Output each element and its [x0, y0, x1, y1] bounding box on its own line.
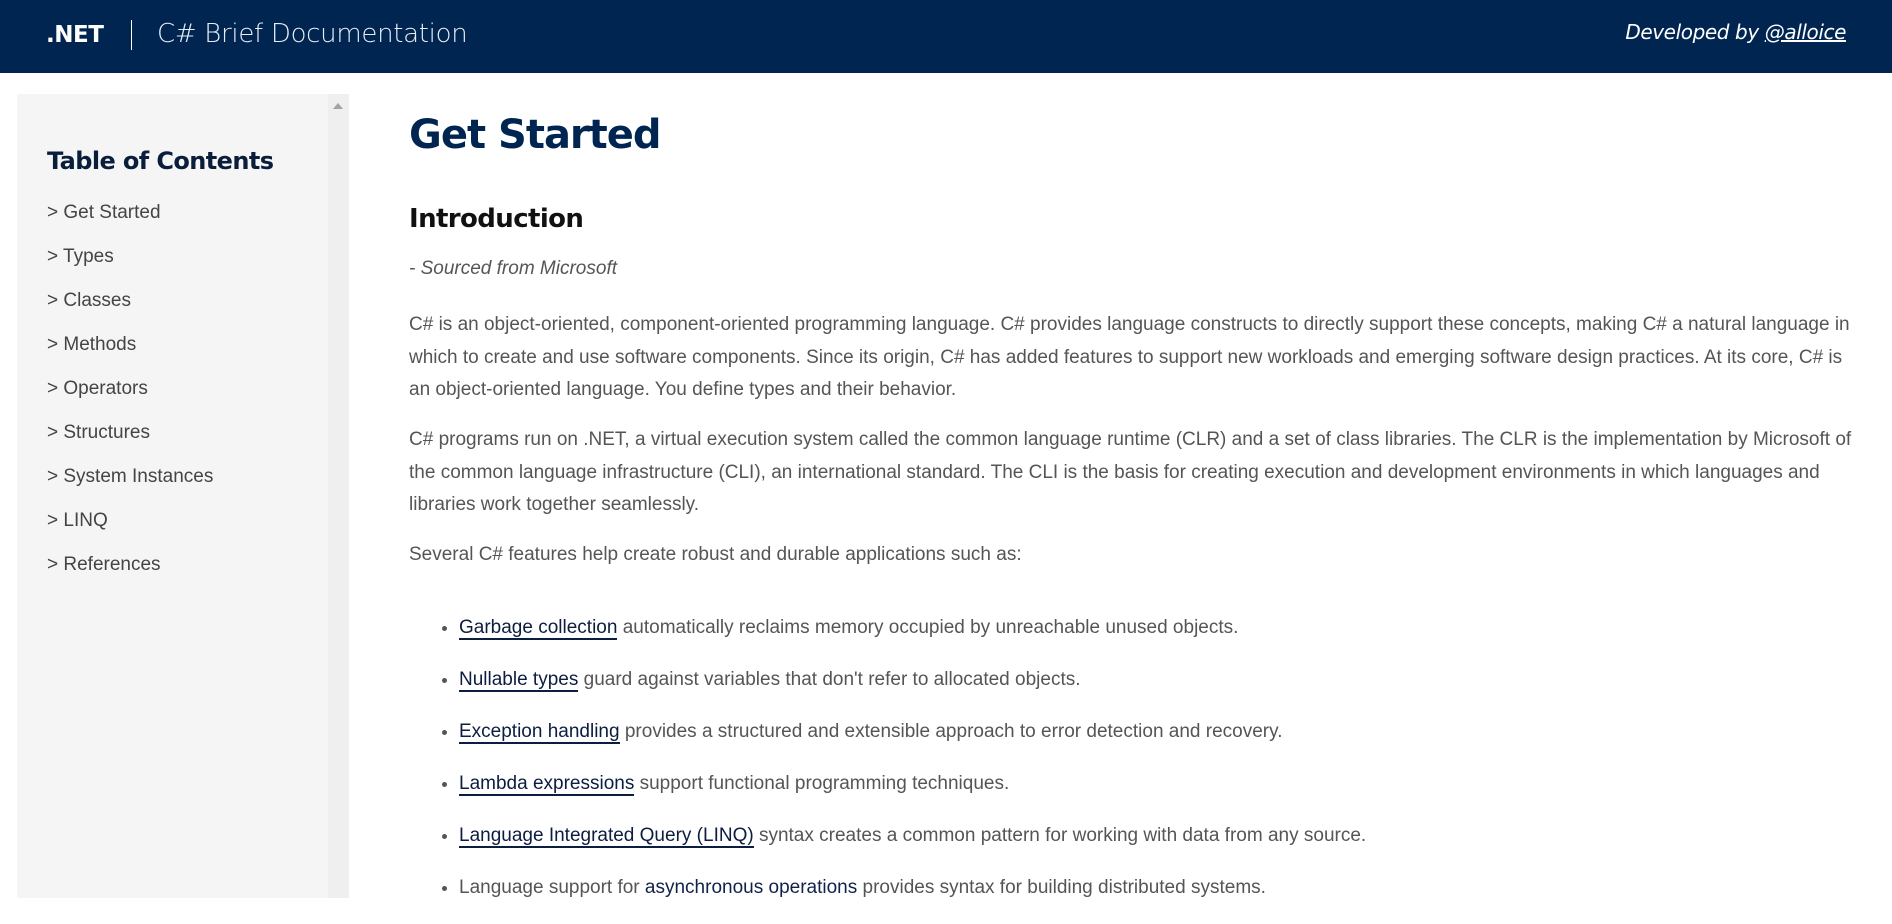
list-item: Nullable types guard against variables t…	[459, 664, 1366, 716]
toc-item-system-instances[interactable]: > System Instances	[47, 466, 213, 510]
list-item: Garbage collection automatically reclaim…	[459, 612, 1366, 664]
feature-text: support functional programming technique…	[634, 773, 1010, 794]
header-divider	[131, 20, 132, 50]
toc-list: > Get Started > Types > Classes > Method…	[47, 202, 213, 598]
source-note: - Sourced from Microsoft	[409, 258, 617, 279]
feature-link[interactable]: Exception handling	[459, 721, 620, 744]
site-title: C# Brief Documentation	[157, 19, 468, 49]
feature-link[interactable]: Garbage collection	[459, 617, 618, 640]
toc-title: Table of Contents	[47, 147, 274, 175]
list-item: Language support for asynchronous operat…	[459, 872, 1366, 924]
table-of-contents-sidebar: Table of Contents > Get Started > Types …	[17, 94, 349, 898]
list-item: Exception handling provides a structured…	[459, 716, 1366, 768]
paragraph: C# is an object-oriented, component-orie…	[409, 314, 1850, 401]
sidebar-scrollbar[interactable]	[328, 94, 349, 898]
feature-link[interactable]: asynchronous operations	[645, 877, 857, 898]
paragraph: C# programs run on .NET, a virtual execu…	[409, 429, 1852, 516]
feature-text: syntax creates a common pattern for work…	[753, 825, 1367, 846]
feature-text: guard against variables that don't refer…	[578, 669, 1081, 690]
top-header: .NET C# Brief Documentation Developed by…	[0, 0, 1892, 73]
toc-item-structures[interactable]: > Structures	[47, 422, 213, 466]
author-link[interactable]: @alloice	[1765, 20, 1847, 44]
feature-text: automatically reclaims memory occupied b…	[617, 617, 1239, 638]
dotnet-logo[interactable]: .NET	[46, 22, 104, 48]
feature-link[interactable]: Language Integrated Query (LINQ)	[459, 825, 754, 848]
toc-item-methods[interactable]: > Methods	[47, 334, 213, 378]
feature-link[interactable]: Nullable types	[459, 669, 579, 692]
list-item: Language Integrated Query (LINQ) syntax …	[459, 820, 1366, 872]
feature-prefix: Language support for	[459, 877, 645, 898]
toc-item-references[interactable]: > References	[47, 554, 213, 598]
paragraph: Several C# features help create robust a…	[409, 544, 1022, 565]
feature-text: provides syntax for building distributed…	[857, 877, 1266, 898]
feature-link[interactable]: Lambda expressions	[459, 773, 635, 796]
scroll-up-arrow-icon[interactable]	[333, 103, 343, 109]
toc-item-operators[interactable]: > Operators	[47, 378, 213, 422]
developer-credit: Developed by @alloice	[1625, 20, 1846, 44]
toc-item-types[interactable]: > Types	[47, 246, 213, 290]
section-title: Introduction	[409, 204, 584, 234]
features-list: Garbage collection automatically reclaim…	[409, 612, 1366, 924]
toc-item-linq[interactable]: > LINQ	[47, 510, 213, 554]
toc-item-classes[interactable]: > Classes	[47, 290, 213, 334]
developed-by-label: Developed by	[1625, 20, 1759, 44]
feature-text: provides a structured and extensible app…	[619, 721, 1283, 742]
list-item: Lambda expressions support functional pr…	[459, 768, 1366, 820]
page-title: Get Started	[409, 112, 662, 158]
toc-item-get-started[interactable]: > Get Started	[47, 202, 213, 246]
